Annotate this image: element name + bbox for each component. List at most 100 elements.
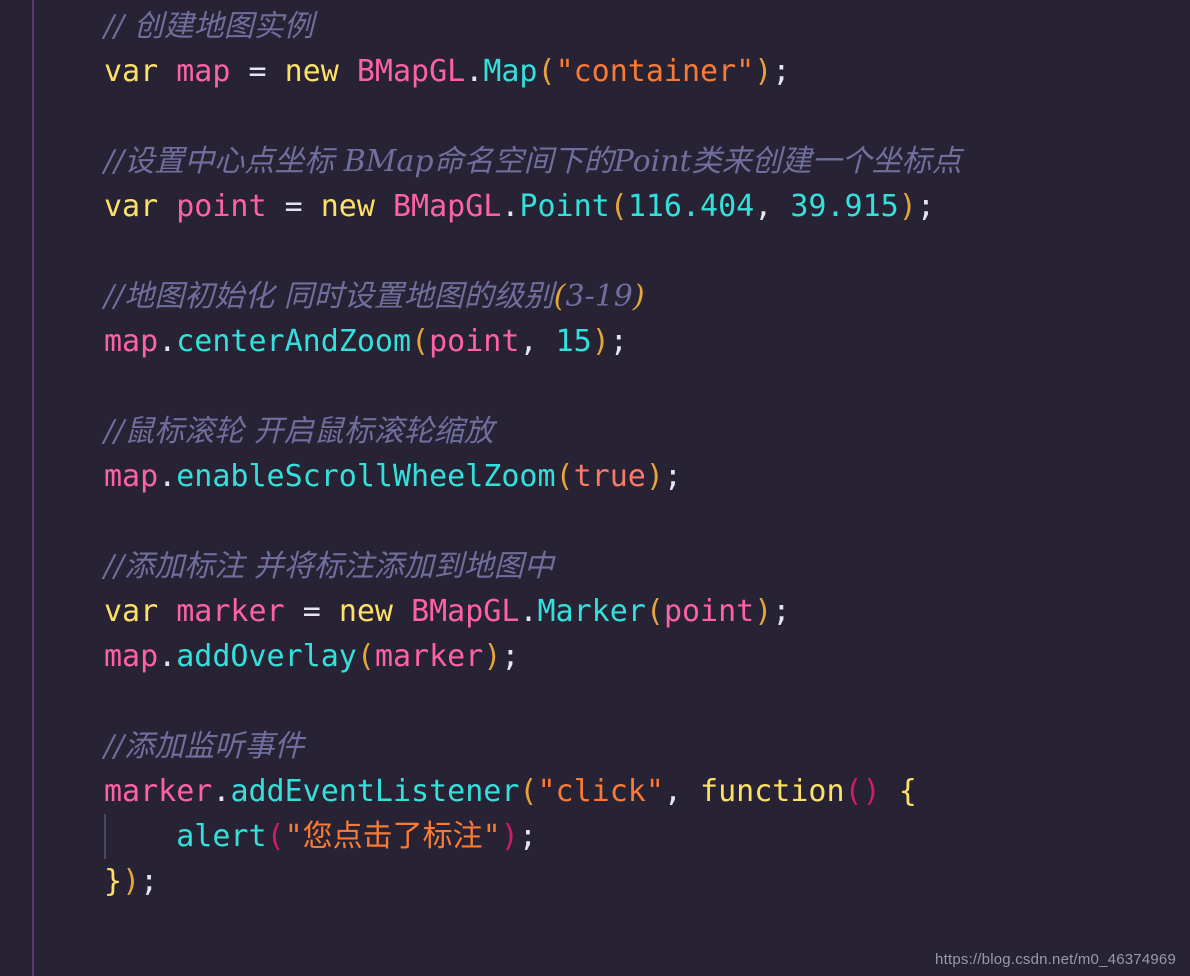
code-token: ( (411, 324, 430, 359)
code-token: . (158, 639, 177, 674)
code-token: ( (553, 279, 566, 314)
code-line[interactable] (104, 679, 1190, 724)
code-token: ) (591, 324, 610, 359)
code-line[interactable]: var marker = new BMapGL.Marker(point); (104, 589, 1190, 634)
code-token: ( (555, 459, 574, 494)
code-line[interactable]: //鼠标滚轮 开启鼠标滚轮缩放 (104, 409, 1190, 454)
code-token: , (519, 324, 538, 359)
code-token: . (158, 324, 177, 359)
code-token: ) (500, 819, 519, 854)
code-line[interactable] (104, 364, 1190, 409)
code-line[interactable]: //添加监听事件 (104, 724, 1190, 769)
code-token: ; (663, 459, 682, 494)
code-token: "container" (555, 54, 755, 89)
code-token: point (176, 189, 267, 224)
code-token: new (284, 54, 339, 89)
code-token: 创建地图实例 (133, 9, 314, 44)
code-line[interactable]: map.enableScrollWheelZoom(true); (104, 454, 1190, 499)
code-line[interactable]: var point = new BMapGL.Point(116.404, 39… (104, 184, 1190, 229)
code-token: Map (483, 54, 538, 89)
editor-left-rail (0, 0, 34, 976)
code-line[interactable] (104, 499, 1190, 544)
code-token: ; (518, 819, 537, 854)
code-line[interactable]: var map = new BMapGL.Map("container"); (104, 49, 1190, 94)
code-token: //设置中心点坐标 BMap命名空间下的Point类来创建一个坐标点 (104, 144, 962, 179)
code-token: marker (374, 639, 484, 674)
code-token: addOverlay (176, 639, 357, 674)
code-token: function (700, 774, 845, 809)
code-token: 3-19 (565, 279, 633, 314)
code-line[interactable]: alert("您点击了标注"); (104, 814, 1190, 859)
code-token: "click" (537, 774, 664, 809)
code-line[interactable]: // 创建地图实例 (104, 4, 1190, 49)
code-line[interactable]: }); (104, 859, 1190, 904)
code-token: . (519, 594, 538, 629)
code-line[interactable]: //添加标注 并将标注添加到地图中 (104, 544, 1190, 589)
code-token: point (663, 594, 755, 629)
code-line[interactable]: marker.addEventListener("click", functio… (104, 769, 1190, 814)
code-token: //添加监听事件 (104, 729, 305, 764)
code-token: ( (266, 819, 285, 854)
code-token: ; (772, 54, 791, 89)
code-token: BMapGL (411, 594, 520, 629)
code-token: addEventListener (230, 774, 520, 809)
code-token: map (104, 639, 159, 674)
code-token: } (104, 864, 123, 899)
code-line[interactable] (104, 229, 1190, 274)
code-token: ) (645, 459, 664, 494)
code-token: . (158, 459, 177, 494)
code-token: marker (176, 594, 285, 629)
code-token: var (104, 189, 159, 224)
code-token: ( (844, 774, 863, 809)
code-token: ) (754, 594, 773, 629)
code-token: ) (483, 639, 502, 674)
code-token: 39.915 (790, 189, 899, 224)
code-token: ; (140, 864, 159, 899)
code-token: "您点击了标注" (284, 819, 501, 854)
code-token: BMapGL (356, 54, 466, 89)
code-token: map (104, 324, 159, 359)
code-token: Marker (537, 594, 646, 629)
code-token: map (176, 54, 231, 89)
code-token: ( (645, 594, 664, 629)
code-line[interactable]: //设置中心点坐标 BMap命名空间下的Point类来创建一个坐标点 (104, 139, 1190, 184)
code-token: ; (609, 324, 628, 359)
code-token: ) (632, 279, 645, 314)
code-token: map (104, 459, 159, 494)
code-token: ( (537, 54, 556, 89)
code-token: . (212, 774, 231, 809)
code-line[interactable]: map.addOverlay(marker); (104, 634, 1190, 679)
code-token: centerAndZoom (176, 324, 412, 359)
code-token: { (898, 774, 917, 809)
code-token: //地图初始化 同时设置地图的级别 (104, 279, 554, 314)
code-token: , (663, 774, 682, 809)
code-token: 116.404 (627, 189, 755, 224)
code-token: enableScrollWheelZoom (176, 459, 556, 494)
watermark-url: https://blog.csdn.net/m0_46374969 (935, 951, 1176, 968)
code-token: ; (501, 639, 520, 674)
code-content[interactable]: // 创建地图实例 var map = new BMapGL.Map("conta… (104, 0, 1190, 904)
code-token: Point (519, 189, 610, 224)
code-line[interactable]: //地图初始化 同时设置地图的级别(3-19) (104, 274, 1190, 319)
code-token: alert (176, 819, 267, 854)
code-token: , (754, 189, 773, 224)
code-token: ( (356, 639, 375, 674)
code-token: //鼠标滚轮 开启鼠标滚轮缩放 (104, 414, 494, 449)
indent-guide (104, 814, 106, 859)
code-line[interactable] (104, 94, 1190, 139)
code-line[interactable]: map.centerAndZoom(point, 15); (104, 319, 1190, 364)
code-token: ; (916, 189, 935, 224)
